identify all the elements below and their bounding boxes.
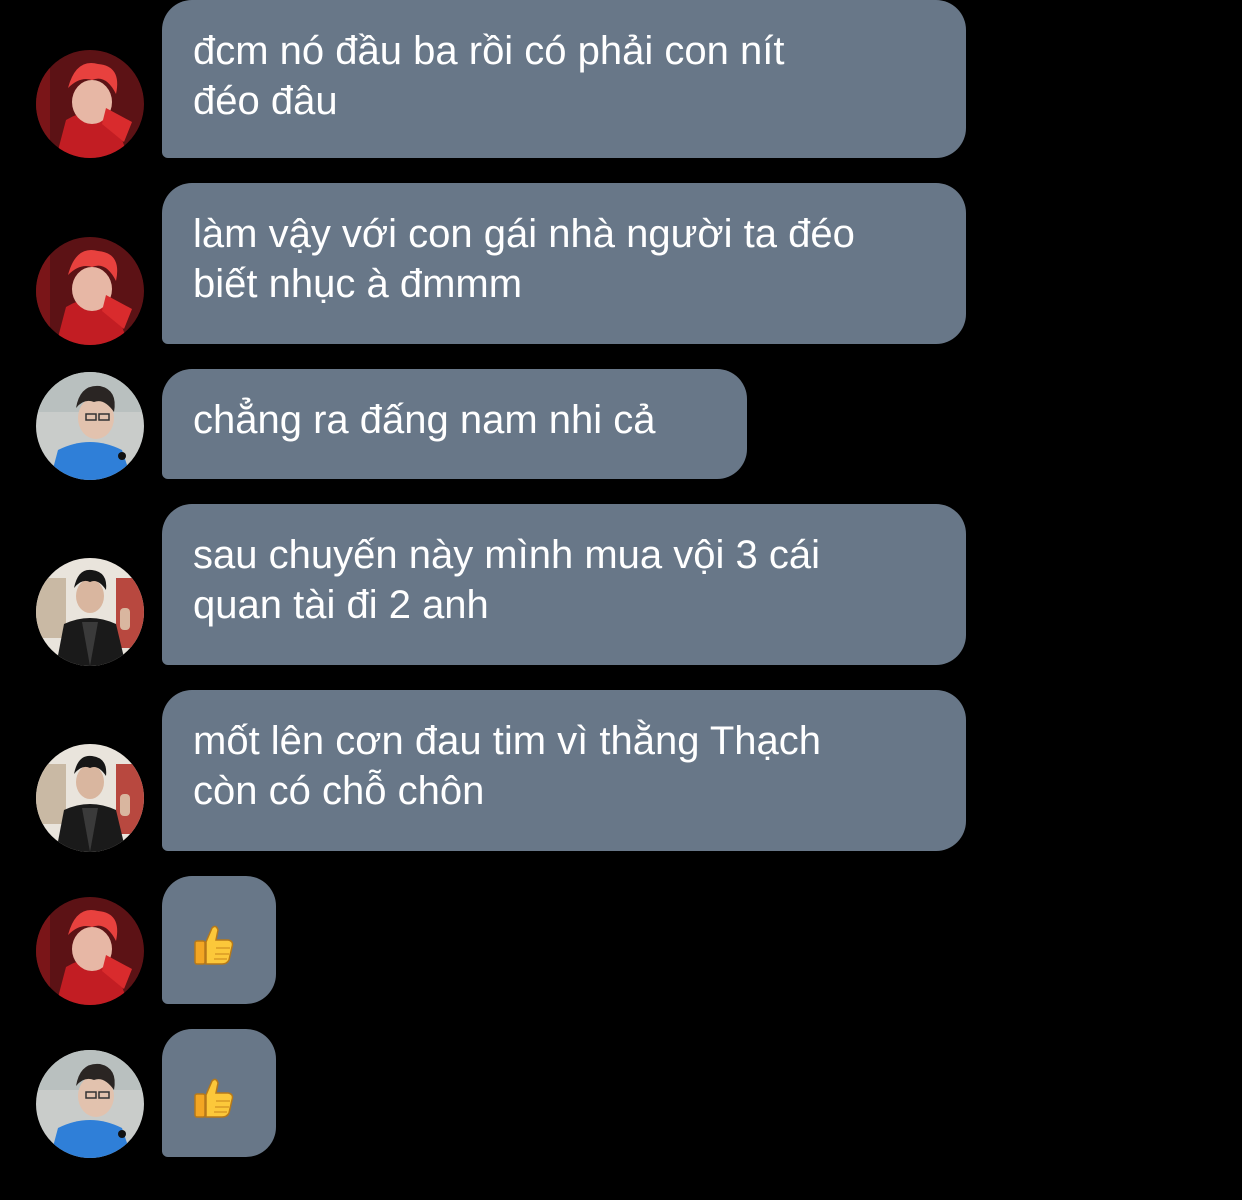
- red-hair-avatar[interactable]: [36, 897, 144, 1005]
- message-text: làm vậy với con gái nhà người ta đéo: [193, 212, 855, 256]
- message-text: mốt lên cơn đau tim vì thằng Thạch: [193, 719, 822, 763]
- leather-jacket-avatar[interactable]: [36, 558, 144, 666]
- message-bubble[interactable]: [162, 876, 276, 1004]
- leather-jacket-avatar[interactable]: [36, 744, 144, 852]
- blue-shirt-avatar[interactable]: [36, 1050, 144, 1158]
- message-bubble[interactable]: chẳng ra đấng nam nhi cả: [162, 369, 747, 479]
- thumbs-up-icon: [192, 1075, 236, 1119]
- message-text: sau chuyến này mình mua vội 3 cái: [193, 533, 821, 577]
- blue-shirt-avatar[interactable]: [36, 372, 144, 480]
- red-hair-avatar[interactable]: [36, 237, 144, 345]
- red-hair-avatar[interactable]: [36, 50, 144, 158]
- message-text: còn có chỗ chôn: [193, 769, 485, 813]
- message-bubble[interactable]: mốt lên cơn đau tim vì thằng Thạch còn c…: [162, 690, 966, 851]
- chat-thread: đcm nó đầu ba rồi có phải con nít đéo đâ…: [0, 0, 1242, 1200]
- message-text: biết nhục à đmmm: [193, 262, 523, 306]
- message-bubble[interactable]: [162, 1029, 276, 1157]
- message-bubble[interactable]: làm vậy với con gái nhà người ta đéo biế…: [162, 183, 966, 344]
- message-text: chẳng ra đấng nam nhi cả: [193, 398, 656, 442]
- message-text: quan tài đi 2 anh: [193, 583, 489, 627]
- message-bubble[interactable]: sau chuyến này mình mua vội 3 cái quan t…: [162, 504, 966, 665]
- message-bubble[interactable]: đcm nó đầu ba rồi có phải con nít đéo đâ…: [162, 0, 966, 158]
- message-text: đcm nó đầu ba rồi có phải con nít: [193, 29, 785, 73]
- message-text: đéo đâu: [193, 79, 338, 123]
- thumbs-up-icon: [192, 922, 236, 966]
